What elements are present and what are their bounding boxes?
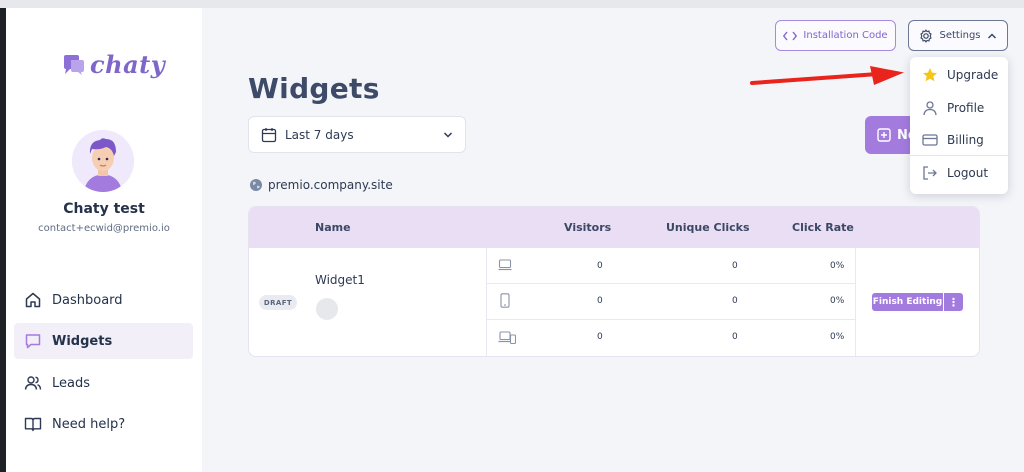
mobile-icon (500, 293, 510, 308)
cell-unique-clicks: 0 (732, 261, 738, 271)
cell-unique-clicks: 0 (732, 296, 738, 306)
menu-item-label: Billing (947, 133, 984, 147)
menu-item-label: Upgrade (947, 68, 999, 82)
settings-label: Settings (939, 30, 981, 41)
code-icon (783, 31, 798, 40)
widgets-table: Name Visitors Unique Clicks Click Rate D… (248, 206, 980, 357)
user-name: Chaty test (63, 201, 145, 217)
widget-channel-placeholder (316, 298, 338, 320)
sidebar-item-need-help[interactable]: Need help? (14, 406, 193, 442)
calendar-icon (261, 127, 277, 142)
home-icon (25, 292, 41, 308)
more-options-button[interactable]: ⋮ (944, 293, 963, 311)
sidebar-item-leads[interactable]: Leads (14, 365, 193, 401)
row-divider (486, 283, 855, 284)
sidebar-item-label: Need help? (52, 416, 126, 432)
credit-card-icon (922, 134, 938, 146)
sidebar-item-label: Leads (52, 375, 91, 391)
settings-button[interactable]: Settings (908, 20, 1008, 51)
users-icon (24, 376, 42, 390)
installation-code-button[interactable]: Installation Code (775, 20, 896, 51)
all-devices-icon (498, 331, 516, 344)
red-arrow-annotation-icon (750, 66, 904, 85)
sidebar-item-dashboard[interactable]: Dashboard (14, 282, 193, 318)
settings-dropdown-menu: Upgrade Profile Billing Logout (910, 57, 1008, 194)
sidebar-item-widgets[interactable]: Widgets (14, 323, 193, 359)
column-header-click-rate: Click Rate (792, 221, 854, 234)
cell-visitors: 0 (597, 296, 603, 306)
column-header-unique-clicks: Unique Clicks (666, 221, 750, 234)
user-avatar-illustration-icon (72, 130, 134, 192)
column-header-name: Name (315, 221, 351, 234)
menu-item-label: Logout (947, 166, 989, 180)
globe-icon (250, 179, 262, 191)
row-divider (486, 319, 855, 320)
sidebar-item-label: Dashboard (52, 292, 123, 308)
menu-item-logout[interactable]: Logout (910, 157, 1008, 189)
window-top-bar (0, 0, 1024, 8)
chat-icon (25, 334, 41, 349)
app-logo[interactable]: chaty (62, 50, 165, 79)
user-email: contact+ecwid@premio.io (38, 223, 170, 234)
menu-divider (910, 155, 1008, 156)
table-header (249, 207, 979, 248)
cell-click-rate: 0% (830, 296, 845, 306)
installation-code-label: Installation Code (803, 30, 888, 41)
cell-visitors: 0 (597, 332, 603, 342)
column-divider (855, 248, 856, 356)
date-range-select[interactable]: Last 7 days (248, 116, 466, 153)
widget-name[interactable]: Widget1 (315, 273, 365, 287)
column-divider (486, 248, 487, 356)
column-header-visitors: Visitors (564, 221, 612, 234)
cell-unique-clicks: 0 (732, 332, 738, 342)
desktop-icon (498, 259, 512, 271)
finish-editing-button[interactable]: Finish Editing (872, 293, 943, 311)
menu-item-billing[interactable]: Billing (910, 124, 1008, 156)
menu-item-label: Profile (947, 101, 985, 115)
menu-item-profile[interactable]: Profile (910, 92, 1008, 124)
user-icon (923, 101, 937, 116)
plus-square-icon (877, 128, 891, 142)
cell-click-rate: 0% (830, 261, 845, 271)
chevron-up-icon (987, 32, 996, 39)
logo-text: chaty (90, 50, 166, 79)
gear-icon (920, 28, 933, 43)
star-icon (923, 68, 937, 82)
book-icon (24, 417, 42, 432)
cell-visitors: 0 (597, 261, 603, 271)
avatar (72, 130, 134, 192)
site-domain: premio.company.site (268, 178, 393, 192)
status-badge: DRAFT (259, 295, 297, 310)
sidebar-item-label: Widgets (52, 333, 113, 349)
cell-click-rate: 0% (830, 332, 845, 342)
chevron-down-icon (443, 131, 453, 138)
chat-bubble-logo-icon (64, 54, 84, 75)
site-label: premio.company.site (249, 178, 393, 192)
date-range-value: Last 7 days (285, 127, 354, 142)
page-title: Widgets (248, 72, 380, 105)
menu-item-upgrade[interactable]: Upgrade (910, 59, 1008, 91)
logout-icon (923, 166, 937, 180)
